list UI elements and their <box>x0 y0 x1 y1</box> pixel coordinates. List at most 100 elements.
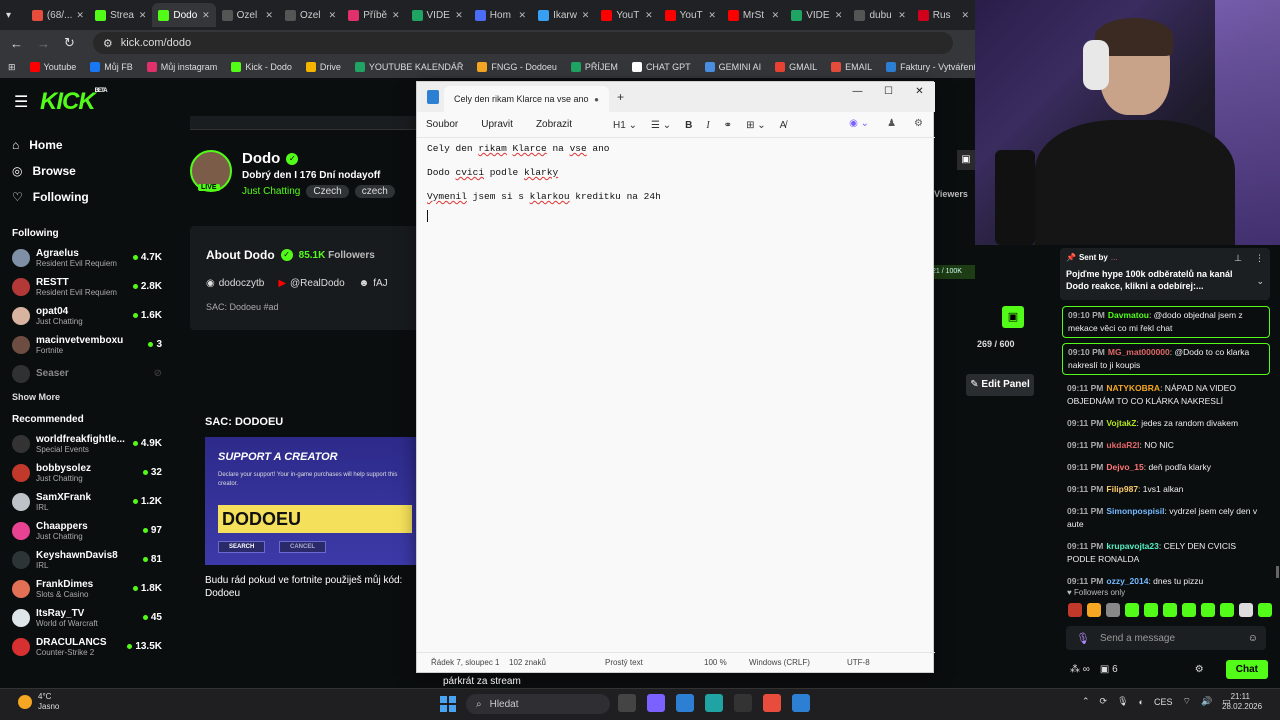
bookmark-item[interactable]: Můj instagram <box>146 62 217 72</box>
sidebar-channel[interactable]: KeyshawnDavis8 IRL 81 <box>0 545 172 574</box>
browser-tab[interactable]: VIDE ✕ <box>785 3 848 27</box>
notepad-taskbar-icon[interactable] <box>792 694 810 712</box>
tray-app-icon[interactable]: ◐ <box>1139 697 1144 707</box>
tag-pill[interactable]: Czech <box>306 185 349 198</box>
emote[interactable] <box>1182 603 1196 617</box>
browser-tab[interactable]: VIDE ✕ <box>406 3 469 27</box>
table-icon[interactable]: ⊞ ⌄ <box>746 120 766 131</box>
scrollbar[interactable] <box>1276 566 1279 578</box>
tab-close-icon[interactable]: ✕ <box>265 10 273 21</box>
browser-tab[interactable]: YouT ✕ <box>595 3 658 27</box>
tab-close-icon[interactable]: ✕ <box>835 10 843 21</box>
wifi-icon[interactable]: ⌔ <box>1182 696 1190 707</box>
sidebar-channel[interactable]: FrankDimes Slots & Casino 1.8K <box>0 574 172 603</box>
chat-input[interactable]: 🎙 Send a message ☺ <box>1066 626 1266 650</box>
show-more-link[interactable]: Show More <box>0 388 172 406</box>
bookmark-item[interactable]: Můj FB <box>90 62 133 72</box>
start-button[interactable] <box>440 696 456 712</box>
sidebar-channel[interactable]: Agraelus Resident Evil Requiem 4.7K <box>0 243 172 272</box>
bookmark-item[interactable]: Drive <box>305 62 341 72</box>
gift-button[interactable]: ▣ <box>1002 306 1024 328</box>
browser-tab[interactable]: (68/... ✕ <box>26 3 89 27</box>
browser-tab[interactable]: Rus ✕ <box>912 3 975 27</box>
bookmark-item[interactable]: GMAIL <box>775 62 817 72</box>
volume-icon[interactable]: 🔊 <box>1201 696 1212 707</box>
bold-icon[interactable]: B <box>685 120 692 131</box>
settings-icon[interactable]: ⚙ <box>1195 664 1204 675</box>
menu-edit[interactable]: Upravit <box>481 119 513 130</box>
tab-close-icon[interactable]: ✕ <box>898 10 906 21</box>
browser-tab[interactable]: Ozel ✕ <box>216 3 279 27</box>
notepad-tab[interactable]: Cely den rikam Klarce na vse ano ● <box>444 86 609 112</box>
browser-tab[interactable]: Ikarw ✕ <box>532 3 595 27</box>
browser-tab[interactable]: Ozel ✕ <box>279 3 342 27</box>
emote[interactable] <box>1125 603 1139 617</box>
list-icon[interactable]: ☰ ⌄ <box>651 120 671 131</box>
browser-tab[interactable]: YouT ✕ <box>659 3 722 27</box>
browser-tab[interactable]: MrSt ✕ <box>722 3 785 27</box>
copilot-icon[interactable] <box>647 694 665 712</box>
browser-tab[interactable]: Hom ✕ <box>469 3 532 27</box>
tab-close-icon[interactable]: ✕ <box>202 10 210 21</box>
taskbar-search[interactable]: ⌕ Hledat <box>466 694 610 714</box>
mic-tray-icon[interactable]: 🎙 <box>1117 696 1128 707</box>
browser-tab[interactable]: dubu ✕ <box>848 3 911 27</box>
emote[interactable] <box>1106 603 1120 617</box>
channel-name[interactable]: Dodo ✓ <box>242 150 299 167</box>
close-icon[interactable]: ✕ <box>904 82 935 102</box>
emote[interactable] <box>1068 603 1082 617</box>
chat-username[interactable]: Filip987 <box>1106 484 1138 494</box>
sidebar-channel[interactable]: macinvetvemboxu Fortnite 3 <box>0 330 172 359</box>
mic-icon[interactable]: 🎙 <box>1076 632 1090 645</box>
nav-following[interactable]: ♡ Following <box>12 184 160 210</box>
copilot-icon[interactable]: ◉ ⌄ <box>849 118 869 129</box>
sidebar-channel[interactable]: Seaser ⊘ <box>0 359 172 388</box>
account-icon[interactable]: ♟ <box>887 118 896 129</box>
tab-close-icon[interactable]: ✕ <box>645 10 653 21</box>
clock[interactable]: 21:11 28.02.2026 <box>1222 692 1262 712</box>
url-input[interactable]: ⚙ kick.com/dodo <box>92 32 953 54</box>
clear-format-icon[interactable]: A̸ <box>780 120 787 131</box>
language-indicator[interactable]: CES <box>1154 697 1173 707</box>
back-icon[interactable]: ← <box>10 36 23 51</box>
bookmark-item[interactable]: Kick - Dodo <box>231 62 292 72</box>
gift-icon[interactable]: ▣ <box>957 150 975 170</box>
chat-username[interactable]: Davmatou <box>1108 310 1149 320</box>
social-link[interactable]: ▶ @RealDodo <box>278 278 344 289</box>
emote[interactable] <box>1087 603 1101 617</box>
tab-close-icon[interactable]: ✕ <box>961 10 969 21</box>
sidebar-channel[interactable]: opat04 Just Chatting 1.6K <box>0 301 172 330</box>
chat-username[interactable]: VojtakZ <box>1106 418 1136 428</box>
italic-icon[interactable]: I <box>706 120 709 131</box>
emote[interactable] <box>1258 603 1272 617</box>
bookmark-item[interactable]: Faktury - Vytváření <box>886 62 975 72</box>
pinned-message[interactable]: 📌 Sent by... Pojďme hype 100k odběratelů … <box>1060 248 1270 300</box>
tab-search-icon[interactable]: ▾ <box>6 10 20 21</box>
bookmark-item[interactable]: CHAT GPT <box>631 62 691 72</box>
store-icon[interactable] <box>676 694 694 712</box>
sidebar-channel[interactable]: DRACULANCS Counter-Strike 2 13.5K <box>0 632 172 661</box>
sidebar-channel[interactable]: Chaappers Just Chatting 97 <box>0 516 172 545</box>
edit-panel-button[interactable]: ✎ Edit Panel <box>966 374 1034 396</box>
tab-close-icon[interactable]: ✕ <box>708 10 716 21</box>
unsaved-dot-icon[interactable]: ● <box>594 95 599 104</box>
video-player-controls[interactable] <box>190 116 420 130</box>
link-icon[interactable]: ⚭ <box>724 120 732 131</box>
emote[interactable] <box>1144 603 1158 617</box>
menu-icon[interactable]: ☰ <box>14 92 28 112</box>
settings-icon[interactable]: ⚙ <box>914 118 923 129</box>
sidebar-channel[interactable]: bobbysolez Just Chatting 32 <box>0 458 172 487</box>
chat-username[interactable]: krupavojta23 <box>1106 541 1158 551</box>
browser-tab[interactable]: Příbě ✕ <box>342 3 405 27</box>
browser-tab[interactable]: Strea ✕ <box>89 3 152 27</box>
bookmark-item[interactable]: Youtube <box>29 62 76 72</box>
tab-close-icon[interactable]: ✕ <box>519 10 527 21</box>
notepad-editor[interactable]: Cely den rikam Klarce na vse ano Dodo cv… <box>427 144 925 234</box>
tab-close-icon[interactable]: ✕ <box>329 10 337 21</box>
apps-icon[interactable]: ⊞ <box>8 62 16 73</box>
maximize-icon[interactable]: ☐ <box>873 82 904 102</box>
chat-username[interactable]: ozzy_2014 <box>1106 576 1148 586</box>
sidebar-channel[interactable]: SamXFrank IRL 1.2K <box>0 487 172 516</box>
unpin-icon[interactable]: ⊥ <box>1234 253 1242 264</box>
forward-icon[interactable]: → <box>37 36 50 51</box>
